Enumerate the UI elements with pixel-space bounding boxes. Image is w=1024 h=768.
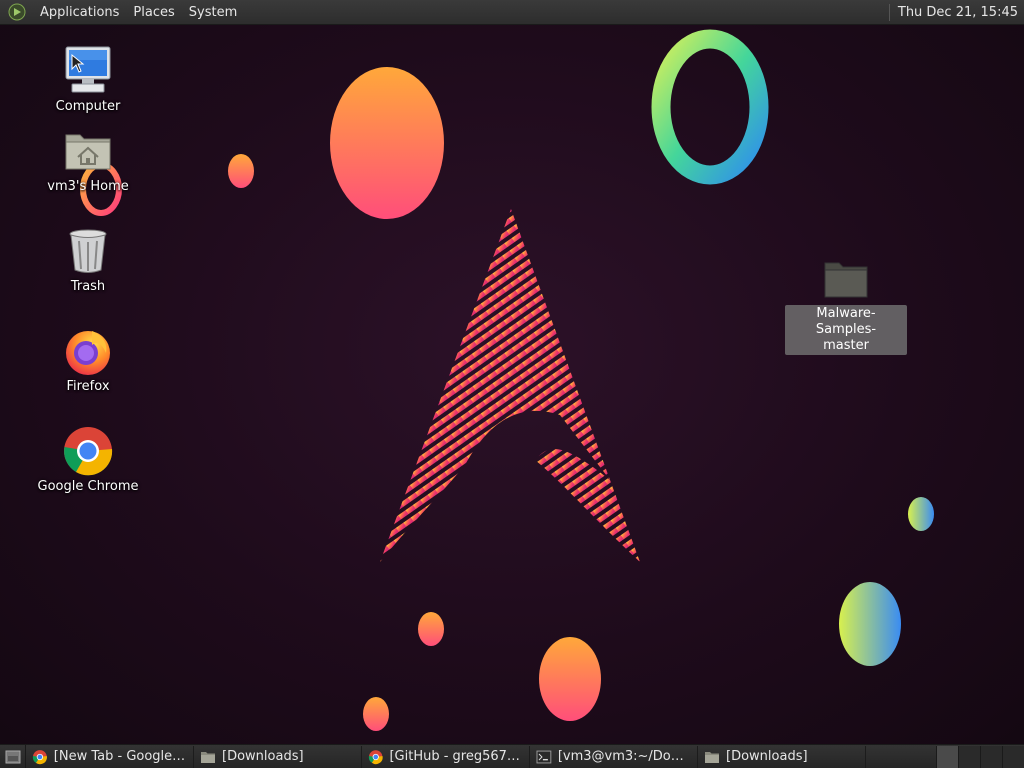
folder-icon — [823, 259, 869, 303]
desktop-icon-label: Firefox — [66, 379, 110, 394]
terminal-icon — [536, 750, 552, 763]
wallpaper — [80, 29, 934, 731]
home-folder-icon — [62, 125, 114, 177]
task-terminal[interactable]: [vm3@vm3:~/Dow... — [530, 745, 698, 768]
workspace-3[interactable] — [980, 745, 1002, 768]
folder-label-line1: Malware-Samples- — [815, 306, 877, 337]
task-label: [Downloads] — [222, 749, 304, 764]
folder-icon — [201, 751, 215, 763]
menu-places[interactable]: Places — [126, 0, 181, 25]
show-desktop-button[interactable] — [0, 744, 26, 768]
workspace-4[interactable] — [1002, 745, 1024, 768]
workspace-1[interactable] — [936, 745, 958, 768]
task-label: [New Tab - Google ... — [53, 749, 187, 764]
desktop-icon-label: vm3's Home — [47, 179, 129, 194]
chrome-icon — [62, 425, 114, 477]
task-downloads-1[interactable]: [Downloads] — [194, 745, 362, 768]
top-panel: Applications Places System Thu Dec 21, 1… — [0, 0, 1024, 25]
clock[interactable]: Thu Dec 21, 15:45 — [898, 5, 1024, 20]
trash-can-icon — [62, 225, 114, 277]
task-label: [Downloads] — [726, 749, 808, 764]
desktop-icon-computer[interactable]: Computer — [33, 45, 143, 115]
panel-separator — [888, 3, 890, 21]
desktop-icon-trash[interactable]: Trash — [33, 225, 143, 295]
desktop[interactable]: Computer vm3's Home Trash Firefox Google… — [0, 25, 1024, 744]
folder-label: Malware-Samples- master — [785, 305, 907, 355]
menu-system[interactable]: System — [182, 0, 244, 25]
firefox-icon — [62, 325, 114, 377]
taskbar: [New Tab - Google ... [Downloads] [GitHu… — [0, 744, 1024, 768]
task-label: [vm3@vm3:~/Dow... — [557, 749, 691, 764]
mate-menu-logo-icon[interactable] — [7, 2, 27, 22]
chrome-icon — [32, 749, 47, 764]
desktop-icon-home[interactable]: vm3's Home — [33, 125, 143, 195]
desktop-icon-label: Computer — [55, 99, 121, 114]
desktop-icon-label: Google Chrome — [37, 479, 139, 494]
task-new-tab-chrome[interactable]: [New Tab - Google ... — [26, 745, 194, 768]
task-label: [GitHub - greg5678... — [389, 749, 523, 764]
desktop-icon-chrome[interactable]: Google Chrome — [33, 425, 143, 495]
desktop-icon-label: Trash — [70, 279, 106, 294]
chrome-icon — [368, 749, 383, 764]
task-github-chrome[interactable]: [GitHub - greg5678... — [362, 745, 530, 768]
menu-applications[interactable]: Applications — [33, 0, 126, 25]
show-desktop-icon — [5, 750, 20, 763]
desktop-icon-firefox[interactable]: Firefox — [33, 325, 143, 395]
folder-icon — [705, 751, 719, 763]
desktop-icon-malware-samples-folder[interactable]: Malware-Samples- master — [785, 259, 907, 355]
computer-monitor-icon — [62, 45, 114, 97]
folder-label-line2: master — [823, 338, 869, 353]
task-downloads-2[interactable]: [Downloads] — [698, 745, 866, 768]
workspace-2[interactable] — [958, 745, 980, 768]
